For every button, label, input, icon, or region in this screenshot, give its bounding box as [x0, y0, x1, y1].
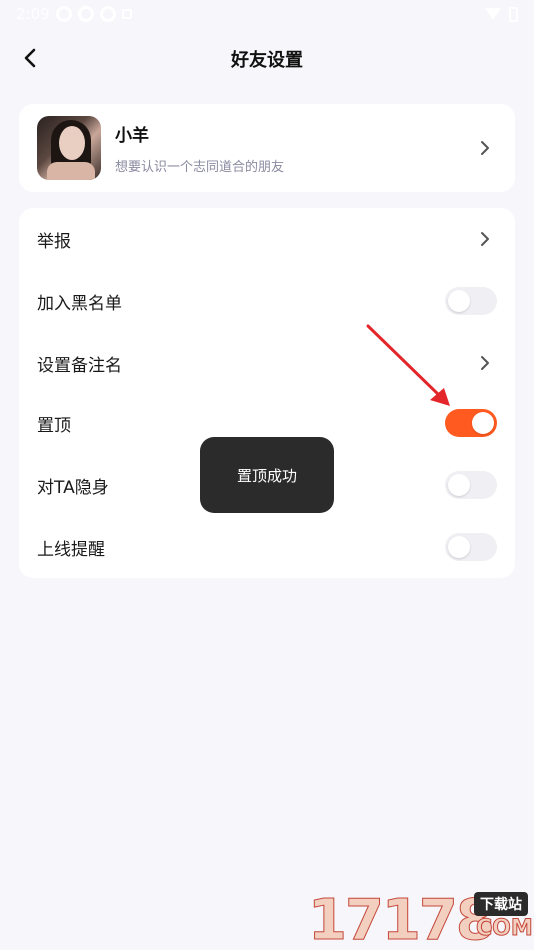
notification-gear-icon	[77, 6, 94, 22]
status-time: 2:09	[16, 5, 50, 23]
settings-row-label: 举报	[37, 231, 71, 252]
profile-text: 小羊 想要认识一个志同道合的朋友	[115, 121, 473, 175]
settings-row-label: 对TA隐身	[37, 477, 109, 498]
notification-gear-icon	[55, 6, 72, 22]
header: 好友设置	[0, 36, 534, 80]
chevron-right-icon	[473, 351, 497, 375]
status-right	[485, 6, 518, 22]
blacklist-toggle[interactable]	[445, 287, 497, 315]
watermark: 17178 下载站 COM	[308, 888, 534, 950]
settings-row-label: 置顶	[37, 415, 71, 436]
settings-row-online-alert: 上线提醒	[19, 516, 515, 578]
watermark-tag: 下载站	[474, 892, 528, 916]
online-alert-toggle[interactable]	[445, 533, 497, 561]
watermark-number: 17178	[308, 888, 496, 950]
settings-row-label: 上线提醒	[37, 539, 105, 560]
status-left: 2:09	[16, 5, 132, 23]
chevron-right-icon	[473, 136, 497, 160]
annotation-arrow-icon	[366, 324, 450, 406]
toast: 置顶成功	[200, 437, 334, 513]
settings-row-report[interactable]: 举报	[19, 208, 515, 270]
settings-row-label: 设置备注名	[37, 355, 122, 376]
battery-icon	[509, 6, 518, 22]
wifi-icon	[485, 8, 501, 20]
notification-square-icon	[121, 9, 132, 19]
profile-card[interactable]: 小羊 想要认识一个志同道合的朋友	[19, 104, 515, 192]
settings-row-label: 加入黑名单	[37, 293, 122, 314]
hide-from-toggle[interactable]	[445, 471, 497, 499]
profile-signature: 想要认识一个志同道合的朋友	[115, 160, 285, 175]
toast-message: 置顶成功	[236, 466, 297, 485]
page-title: 好友设置	[231, 50, 303, 71]
avatar	[37, 116, 101, 180]
watermark-domain: COM	[476, 916, 534, 942]
status-bar: 2:09	[0, 0, 534, 28]
profile-name: 小羊	[115, 126, 149, 146]
notification-gear-icon	[99, 6, 116, 22]
chevron-right-icon	[473, 227, 497, 251]
